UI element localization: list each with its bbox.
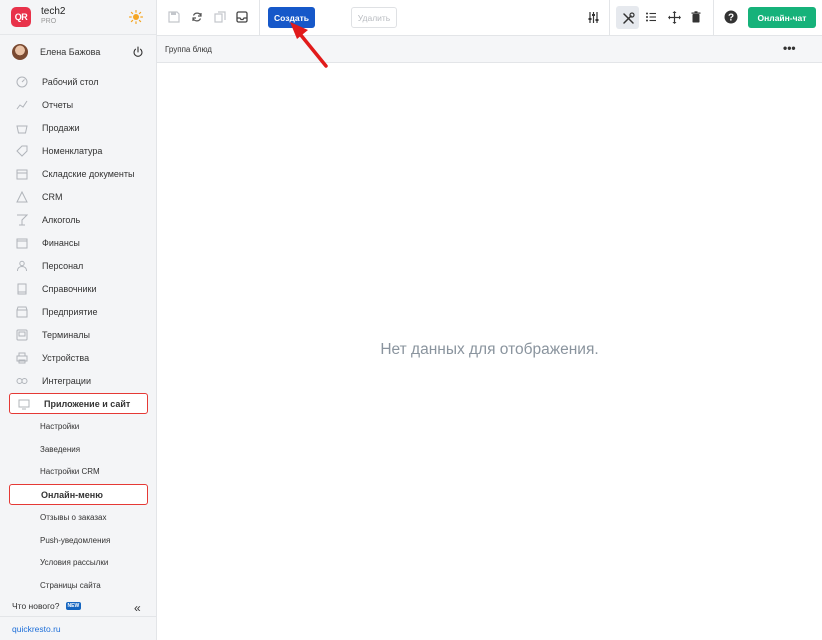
sun-icon[interactable] — [129, 10, 143, 24]
new-badge: NEW — [65, 602, 82, 610]
wallet-icon — [16, 237, 28, 249]
account-name: tech2 — [41, 6, 66, 17]
toolbar-divider — [713, 0, 714, 36]
chart-icon — [16, 99, 28, 111]
refresh-icon[interactable] — [190, 10, 204, 24]
whats-new-link[interactable]: Что нового? NEW — [12, 601, 82, 611]
app-logo: QR — [11, 7, 31, 27]
store-icon — [16, 306, 28, 318]
sidebar-item-dashboard[interactable]: Рабочий стол — [0, 70, 157, 93]
svg-text:?: ? — [728, 13, 734, 24]
dashboard-icon — [16, 76, 28, 88]
delete-button[interactable]: Удалить — [351, 7, 397, 28]
column-header-dish-group[interactable]: Группа блюд — [165, 45, 212, 54]
sidebar-item-nomenclature[interactable]: Номенклатура — [0, 139, 157, 162]
sidebar-item-integrations[interactable]: Интеграции — [0, 369, 157, 392]
site-link[interactable]: quickresto.ru — [0, 616, 157, 640]
monitor-icon — [18, 398, 30, 410]
sidebar-item-enterprise[interactable]: Предприятие — [0, 300, 157, 323]
sidebar-subitem-venues[interactable]: Заведения — [0, 438, 157, 461]
toolbar-divider — [609, 0, 610, 36]
online-chat-button[interactable]: Онлайн-чат — [748, 7, 816, 28]
power-icon[interactable] — [132, 46, 144, 58]
sidebar-item-app-and-site[interactable]: Приложение и сайт — [9, 393, 148, 414]
list-icon[interactable] — [644, 10, 658, 24]
sidebar-subitem-site-pages[interactable]: Страницы сайта — [0, 574, 157, 597]
sidebar-item-alcohol[interactable]: Алкоголь — [0, 208, 157, 231]
sidebar-subitem-order-reviews[interactable]: Отзывы о заказах — [0, 506, 157, 529]
user-profile[interactable]: Елена Бажова — [0, 35, 156, 69]
sidebar-subitem-crm-settings[interactable]: Настройки CRM — [0, 460, 157, 483]
sidebar-item-finance[interactable]: Финансы — [0, 231, 157, 254]
toolbar: Создать Удалить ? Онлайн-чат — [157, 0, 822, 36]
sidebar-item-references[interactable]: Справочники — [0, 277, 157, 300]
avatar — [12, 44, 28, 60]
filter-sliders-icon[interactable] — [586, 10, 600, 24]
sidebar-subitem-settings[interactable]: Настройки — [0, 415, 157, 438]
empty-state-message: Нет данных для отображения. — [380, 341, 599, 358]
sidebar-item-terminals[interactable]: Терминалы — [0, 323, 157, 346]
brand-header[interactable]: QR tech2 PRO — [0, 0, 156, 35]
terminal-icon — [16, 329, 28, 341]
move-icon[interactable] — [667, 10, 681, 24]
inbox-icon[interactable] — [235, 10, 249, 24]
sidebar-nav: Рабочий стол Отчеты Продажи Номенклатура… — [0, 70, 157, 597]
sidebar-item-devices[interactable]: Устройства — [0, 346, 157, 369]
toolbar-divider — [259, 0, 260, 36]
book-icon — [16, 283, 28, 295]
tag-icon — [16, 145, 28, 157]
trash-icon[interactable] — [689, 10, 703, 24]
box-icon — [16, 168, 28, 180]
glass-icon — [16, 214, 28, 226]
sidebar-item-crm[interactable]: CRM — [0, 185, 157, 208]
table-header: Группа блюд ••• — [157, 36, 822, 63]
link-icon — [16, 375, 28, 387]
sidebar-item-staff[interactable]: Персонал — [0, 254, 157, 277]
sidebar-subitem-mailing-terms[interactable]: Условия рассылки — [0, 551, 157, 574]
people-icon — [16, 190, 28, 203]
help-icon[interactable]: ? — [724, 10, 738, 24]
sidebar-item-warehouse[interactable]: Складские документы — [0, 162, 157, 185]
collapse-sidebar-icon[interactable]: « — [134, 601, 141, 615]
sidebar-subitem-push[interactable]: Push-уведомления — [0, 529, 157, 552]
annotation-arrow-icon — [290, 22, 328, 68]
sidebar: QR tech2 PRO Елена Бажова Рабочий стол О… — [0, 0, 157, 640]
tools-icon[interactable] — [621, 11, 635, 25]
sidebar-item-reports[interactable]: Отчеты — [0, 93, 157, 116]
sidebar-item-sales[interactable]: Продажи — [0, 116, 157, 139]
sidebar-subitem-online-menu[interactable]: Онлайн-меню — [9, 484, 148, 506]
staff-icon — [16, 260, 28, 272]
more-options-icon[interactable]: ••• — [783, 41, 796, 55]
account-plan: PRO — [41, 18, 57, 25]
save-icon[interactable] — [167, 10, 181, 24]
basket-icon — [16, 122, 28, 134]
copy-icon[interactable] — [213, 10, 227, 24]
user-name: Елена Бажова — [40, 47, 101, 57]
printer-icon — [16, 352, 28, 364]
